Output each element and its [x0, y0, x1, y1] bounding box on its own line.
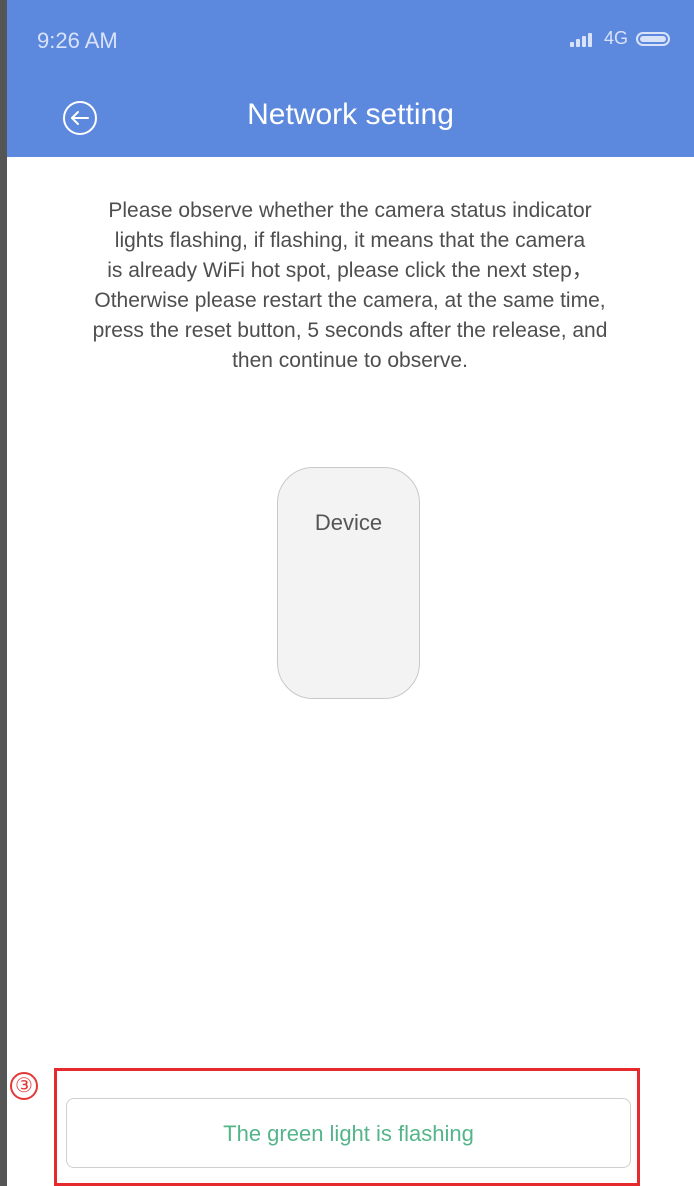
network-type: 4G — [603, 28, 628, 48]
battery-icon — [636, 31, 670, 46]
green-light-flashing-button[interactable]: The green light is flashing — [66, 1098, 631, 1168]
page-title: Network setting — [247, 98, 454, 131]
instruction-text: Please observe whether the camera status… — [30, 196, 670, 376]
signal-icon — [569, 31, 596, 47]
status-indicators: 4G — [569, 28, 670, 49]
status-time: 9:26 AM — [37, 28, 118, 53]
instruction-line: press the reset button, 5 seconds after … — [92, 319, 608, 342]
instruction-line: is already WiFi hot spot, please click t… — [107, 259, 593, 282]
instruction-line: lights flashing, if flashing, it means t… — [114, 229, 586, 252]
instruction-line: Please observe whether the camera status… — [108, 199, 592, 222]
instruction-line: Otherwise please restart the camera, at … — [94, 289, 606, 312]
instruction-line: then continue to observe. — [232, 349, 468, 372]
device-label: Device — [314, 510, 383, 535]
header-bar: 9:26 AM 4G Network setting — [7, 0, 694, 157]
step-number-annotation: ③ — [10, 1072, 38, 1100]
left-edge-bar — [0, 0, 7, 1186]
device-illustration: Device — [277, 467, 420, 699]
